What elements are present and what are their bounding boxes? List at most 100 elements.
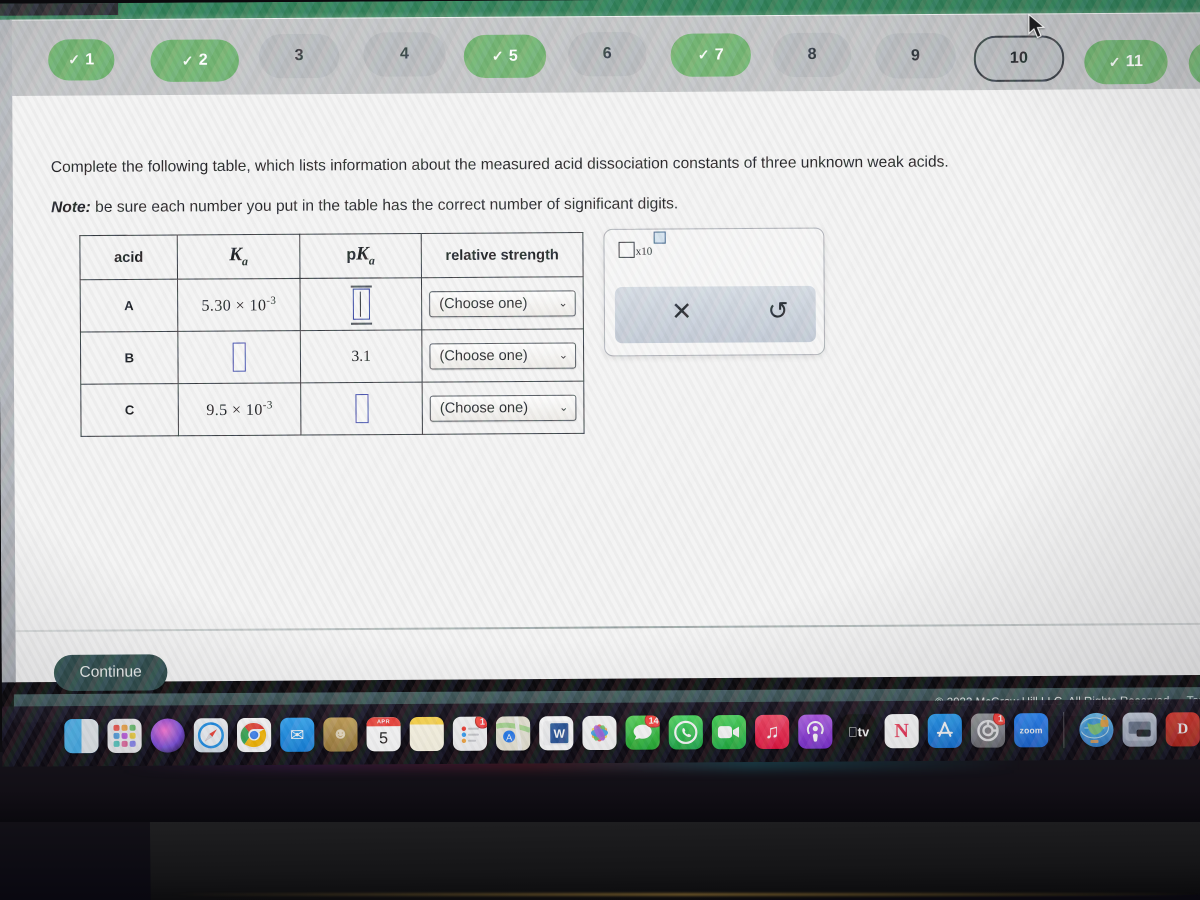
cell-pka-input[interactable] [299, 277, 422, 331]
acid-label: C [124, 401, 135, 418]
nav-pill-label: 11 [1125, 52, 1144, 71]
nav-pill-12[interactable] [1188, 41, 1200, 86]
ka-input-row-b[interactable] [232, 342, 246, 372]
question-prompt: Complete the following table, which list… [50, 153, 949, 177]
cell-relative-strength[interactable]: (Choose one) ⌄ [421, 328, 584, 383]
dock-item-system-settings[interactable]: 1 [970, 713, 1006, 748]
cell-ka-value: 9.5 × 10-3 [178, 382, 301, 436]
note-text: be sure each number you put in the table… [90, 195, 679, 216]
cell-pka-input[interactable] [300, 382, 423, 436]
calendar-month: APR [366, 717, 401, 727]
nav-pill-11[interactable]: ✓ 11 [1084, 39, 1168, 85]
nav-pill-label: 9 [910, 46, 921, 64]
cell-ka-input[interactable] [177, 330, 301, 384]
dock-item-music[interactable]: ♫ [754, 714, 790, 750]
cell-relative-strength[interactable]: (Choose one) ⌄ [421, 276, 584, 330]
dock-item-screens[interactable] [1122, 712, 1157, 747]
safari-icon [197, 722, 224, 749]
math-input-toolbar: x10 ✕ ↺ [603, 227, 826, 357]
ka-exponent: -3 [266, 294, 277, 307]
trash-icon: D [1177, 720, 1189, 737]
nav-pill-1[interactable]: ✓ 1 [48, 39, 115, 81]
chrome-icon [240, 720, 269, 750]
calendar-day: 5 [379, 729, 389, 747]
table-header-row: acid Ka pKa relative strength [79, 232, 584, 280]
dock-item-podcasts[interactable] [798, 714, 833, 749]
nav-pill-9[interactable]: 9 [875, 32, 956, 79]
scientific-notation-button[interactable]: x10 [618, 231, 666, 258]
nav-pill-7[interactable]: ✓ 7 [670, 33, 752, 77]
acid-constants-table: acid Ka pKa relative strength A 5.30 × 1… [79, 232, 585, 437]
times-icon: × [235, 297, 246, 315]
svg-text:A: A [506, 732, 512, 742]
app-store-icon [936, 721, 953, 737]
nav-pill-5[interactable]: ✓ 5 [463, 34, 547, 79]
dock-item-mail[interactable]: ✉ [280, 717, 315, 752]
notification-badge: 1 [992, 713, 1006, 726]
laptop-base-glow [170, 893, 1200, 896]
relative-strength-select-row-b[interactable]: (Choose one) ⌄ [429, 342, 577, 370]
dock-item-maps[interactable]: A [495, 716, 531, 751]
dock-item-calendar[interactable]: APR 5 [366, 717, 401, 752]
nav-pill-label: 2 [198, 51, 208, 69]
globe-lock-icon [1081, 715, 1109, 743]
acid-label: A [124, 297, 134, 313]
ka-mantissa: 9.5 [206, 401, 228, 419]
dock-item-trash[interactable]: D [1165, 712, 1200, 747]
dock-item-notes[interactable] [409, 716, 444, 752]
dock-item-safari[interactable] [193, 718, 229, 753]
question-nav: ✓ 1 ✓ 2 3 4 ✓ 5 6 ✓ 7 8 9 10 ✓ 11 [9, 13, 1200, 96]
notification-badge: 1 [474, 716, 488, 729]
dock-item-finder[interactable] [64, 718, 99, 754]
cell-relative-strength[interactable]: (Choose one) ⌄ [422, 381, 585, 435]
clear-icon[interactable]: ✕ [671, 298, 692, 326]
cell-acid-name: C [80, 383, 179, 437]
dock-item-facetime[interactable] [711, 714, 747, 750]
macos-dock: ✉ ☻ APR 5 1 A W 14 ♫ tv N 1 zoom D [1, 699, 1200, 767]
pka-symbol: K [356, 243, 369, 265]
dock-item-globe-lock[interactable] [1079, 712, 1114, 748]
dock-item-messages[interactable]: 14 [625, 715, 660, 750]
laptop-photo: ✓ 1 ✓ 2 3 4 ✓ 5 6 ✓ 7 8 9 10 ✓ 11 Complete th… [0, 0, 1200, 900]
mantissa-placeholder-box [618, 241, 635, 258]
pka-input-row-a[interactable] [352, 288, 370, 320]
dock-item-whatsapp[interactable] [668, 715, 703, 750]
dock-item-siri[interactable] [150, 718, 185, 753]
nav-pill-label: 6 [602, 45, 612, 63]
nav-pill-2[interactable]: ✓ 2 [150, 39, 240, 83]
finder-icon [64, 718, 99, 754]
nav-pill-label: 7 [714, 45, 724, 64]
video-camera-icon [717, 726, 740, 739]
nav-pill-10[interactable]: 10 [973, 35, 1065, 83]
pka-input-row-c[interactable] [354, 393, 369, 424]
dock-item-news[interactable]: N [884, 713, 919, 749]
continue-button[interactable]: Continue [53, 654, 168, 692]
dock-item-microsoft-word[interactable]: W [539, 716, 574, 751]
chevron-down-icon: ⌄ [559, 401, 569, 414]
dock-item-photos[interactable] [582, 715, 617, 751]
relative-strength-select-row-a[interactable]: (Choose one) ⌄ [429, 289, 576, 317]
nav-pill-6[interactable]: 6 [568, 31, 647, 77]
dock-item-zoom[interactable]: zoom [1013, 713, 1049, 748]
dock-item-contacts[interactable]: ☻ [323, 717, 358, 752]
dock-item-app-store[interactable] [927, 713, 962, 748]
dock-item-reminders[interactable]: 1 [452, 716, 488, 751]
nav-pill-8[interactable]: 8 [772, 32, 852, 78]
math-toolbar-templates: x10 [618, 231, 666, 280]
header-pka: pKa [299, 233, 422, 279]
dock-item-launchpad[interactable] [107, 718, 142, 754]
nav-pill-label: 1 [85, 50, 95, 68]
podcast-icon [806, 720, 824, 742]
undo-icon[interactable]: ↺ [767, 297, 788, 325]
nav-pill-label: 8 [807, 45, 817, 63]
relative-strength-select-row-c[interactable]: (Choose one) ⌄ [429, 394, 577, 422]
dock-item-chrome[interactable] [236, 717, 272, 753]
header-acid: acid [79, 235, 178, 280]
dock-item-apple-tv[interactable]: tv [841, 714, 876, 749]
mouse-cursor [1028, 13, 1046, 39]
nav-pill-4[interactable]: 4 [363, 32, 446, 77]
nav-pill-3[interactable]: 3 [258, 33, 340, 79]
maps-icon: A [495, 716, 531, 751]
ka-symbol: K [229, 244, 243, 266]
window-chrome-left [0, 2, 119, 16]
